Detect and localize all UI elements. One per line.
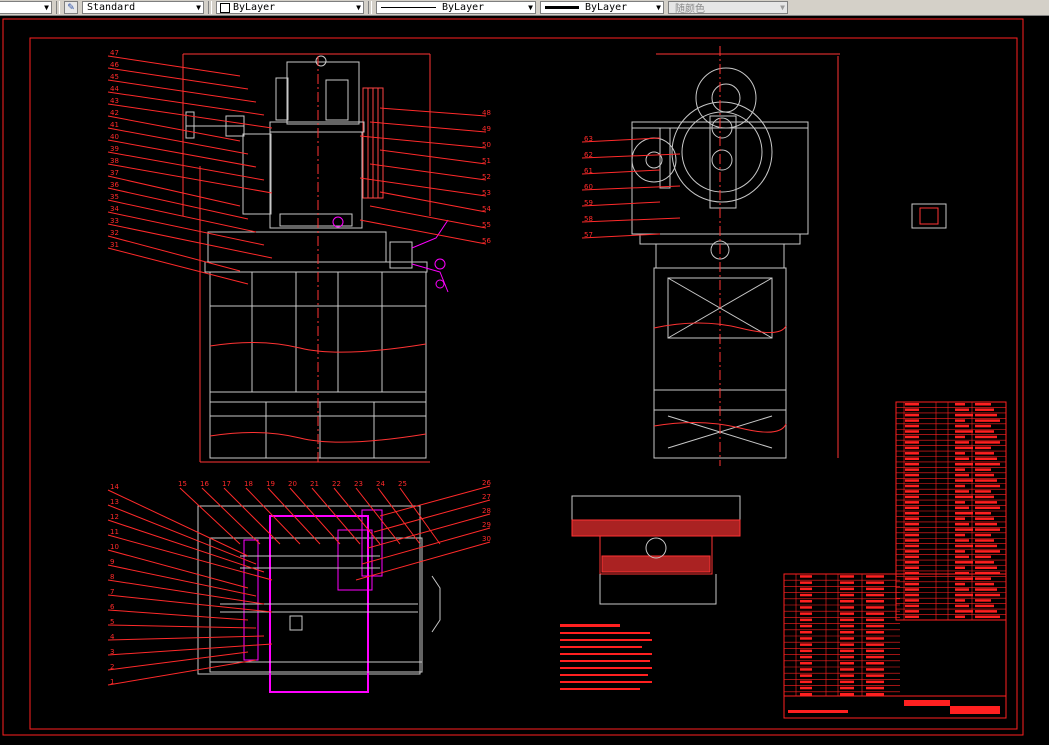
balloon-number: 9: [110, 558, 114, 566]
balloon-number: 45: [110, 73, 119, 81]
linetype-combo[interactable]: ByLayer ▼: [376, 1, 536, 14]
text-style-value: Standard: [87, 2, 136, 13]
balloon-number: 60: [584, 183, 593, 191]
balloon-number: 13: [110, 498, 119, 506]
textstyle-icon[interactable]: ✎: [64, 1, 78, 14]
balloon-number: 48: [482, 109, 491, 117]
color-swatch-icon: [220, 2, 230, 13]
parts-list: [783, 401, 1007, 719]
front-view: [182, 53, 449, 463]
balloon-number: 11: [110, 528, 119, 536]
balloon-number: 14: [110, 483, 119, 491]
balloon-number: 42: [110, 109, 119, 117]
balloon-number: 33: [110, 217, 119, 225]
lineweight-value: ByLayer: [585, 2, 628, 13]
toolbar-separator: [368, 1, 372, 14]
balloon-number: 54: [482, 205, 491, 213]
balloon-number: 55: [482, 221, 491, 229]
technical-notes: [560, 624, 652, 690]
balloon-number: 61: [584, 167, 593, 175]
properties-toolbar: ▼ ✎ Standard ▼ ByLayer ▼ ByLayer ▼ ByLay…: [0, 0, 1049, 16]
balloon-number: 4: [110, 633, 115, 641]
balloon-number: 26: [482, 479, 491, 487]
balloon-number: 43: [110, 97, 119, 105]
balloon-number: 32: [110, 229, 119, 237]
balloon-number: 37: [110, 169, 119, 177]
balloon-number: 30: [482, 535, 491, 543]
balloon-number: 35: [110, 193, 119, 201]
chevron-down-icon: ▼: [44, 3, 49, 12]
drawing-canvas[interactable]: 47 46 45 44 43 42 41 40 39 38 37 36 35 34 33 32 31 48 49 50…: [0, 16, 1049, 741]
balloon-number: 1: [110, 678, 114, 686]
balloon-number: 20: [288, 480, 297, 488]
side-view: [631, 46, 840, 466]
plotstyle-combo[interactable]: 随颜色 ▼: [668, 1, 788, 14]
balloon-number: 57: [584, 231, 593, 239]
text-style-combo[interactable]: Standard ▼: [82, 1, 204, 14]
balloon-number: 56: [482, 237, 491, 245]
chevron-down-icon: ▼: [656, 3, 661, 12]
balloon-number: 51: [482, 157, 491, 165]
balloon-number: 46: [110, 61, 119, 69]
balloon-number: 38: [110, 157, 119, 165]
balloon-number: 19: [266, 480, 275, 488]
balloon-number: 17: [222, 480, 231, 488]
balloon-number: 5: [110, 618, 114, 626]
previous-combo[interactable]: ▼: [0, 1, 52, 14]
balloon-number: 52: [482, 173, 491, 181]
balloon-number: 25: [398, 480, 407, 488]
plotstyle-value: 随颜色: [675, 4, 705, 14]
balloon-number: 40: [110, 133, 119, 141]
balloon-number: 31: [110, 241, 119, 249]
balloon-number: 27: [482, 493, 491, 501]
layer-color-value: ByLayer: [233, 2, 276, 13]
balloon-number: 58: [584, 215, 593, 223]
outer-border: [2, 18, 1024, 736]
lineweight-combo[interactable]: ByLayer ▼: [540, 1, 664, 14]
balloon-number: 53: [482, 189, 491, 197]
chevron-down-icon: ▼: [528, 3, 533, 12]
toolbar-separator: [56, 1, 60, 14]
balloon-number: 12: [110, 513, 119, 521]
balloon-number: 49: [482, 125, 491, 133]
balloon-number: 41: [110, 121, 119, 129]
balloon-number: 44: [110, 85, 119, 93]
balloon-number: 16: [200, 480, 209, 488]
balloon-number: 63: [584, 135, 593, 143]
linetype-value: ByLayer: [442, 2, 485, 13]
balloon-number: 21: [310, 480, 319, 488]
balloon-number: 47: [110, 49, 119, 57]
detail-view: [911, 203, 947, 229]
lineweight-preview-icon: [545, 6, 579, 9]
toolbar-separator: [208, 1, 212, 14]
balloon-number: 3: [110, 648, 114, 656]
balloon-number: 39: [110, 145, 119, 153]
chevron-down-icon: ▼: [780, 3, 785, 12]
balloon-number: 34: [110, 205, 119, 213]
balloon-number: 59: [584, 199, 593, 207]
balloon-number: 10: [110, 543, 119, 551]
balloon-number: 62: [584, 151, 593, 159]
balloon-number: 22: [332, 480, 341, 488]
cad-drawing: 4746454443424140393837363534333231484950…: [2, 18, 1024, 736]
layer-color-combo[interactable]: ByLayer ▼: [216, 1, 364, 14]
balloon-number: 28: [482, 507, 491, 515]
balloon-number: 6: [110, 603, 115, 611]
balloon-number: 50: [482, 141, 491, 149]
balloon-number: 18: [244, 480, 253, 488]
balloon-number: 36: [110, 181, 119, 189]
chevron-down-icon: ▼: [356, 3, 361, 12]
balloon-number: 2: [110, 663, 114, 671]
balloon-number: 7: [110, 588, 114, 596]
balloon-number: 24: [376, 480, 385, 488]
balloon-number: 23: [354, 480, 363, 488]
section-view: [571, 495, 741, 605]
balloon-labels: 4746454443424140393837363534333231484950…: [107, 49, 681, 686]
balloon-number: 29: [482, 521, 491, 529]
chevron-down-icon: ▼: [196, 3, 201, 12]
balloon-number: 8: [110, 573, 114, 581]
balloon-number: 15: [178, 480, 187, 488]
linetype-preview-icon: [381, 7, 436, 8]
